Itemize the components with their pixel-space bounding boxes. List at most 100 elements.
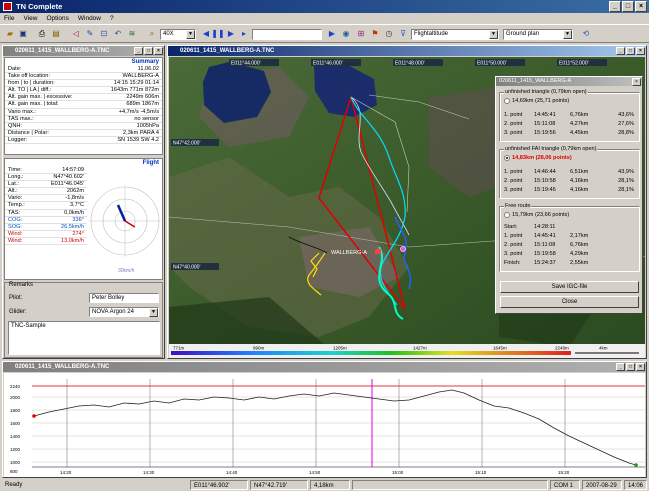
triangle-option[interactable]: 14,69km (25,71 points) — [504, 98, 569, 105]
menu-window[interactable]: Window — [78, 13, 101, 24]
flight-row-label: Vario: — [8, 195, 23, 202]
pin-icon[interactable]: ⚑ — [369, 28, 381, 40]
map-window-title-bar: 020611_1415_WALLBERG-A.TNC _ □ × — [168, 46, 646, 56]
flight-panel: Flight Time: 14:57:09 Long.: N47°40.602' Lat… — [4, 158, 163, 280]
summary-heading: Summary — [131, 59, 159, 65]
fai-row: 2. point 15:10:58 4,16km 28,1% — [504, 178, 634, 184]
track-icon[interactable]: ⊡ — [98, 28, 110, 40]
flight-row-value: 3,7°C — [69, 202, 84, 209]
close-button[interactable]: × — [632, 78, 641, 86]
flight-row-value: N47°40.602' — [53, 174, 84, 181]
back-icon[interactable]: ↶ — [112, 28, 124, 40]
y-tick: 2240 — [10, 384, 21, 389]
grid-icon[interactable]: ⊞ — [355, 28, 367, 40]
summary-row: Alt. gain max. | excessive: 2249m 606m — [5, 94, 162, 102]
maximize-button[interactable]: □ — [626, 363, 635, 371]
save-igc-button[interactable]: Save IGC-file — [500, 281, 639, 293]
zoom-icon[interactable]: ⌕ — [146, 28, 158, 40]
edit-icon[interactable]: ✎ — [84, 28, 96, 40]
free-route-row: 2. point 15:11:08 6,76km — [504, 242, 589, 248]
remarks-group: Remarks Pilot: Peter Bolley Glider: NOVA… — [4, 282, 163, 358]
close-button[interactable]: × — [154, 47, 163, 55]
menu-file[interactable]: File — [4, 13, 14, 24]
summary-row: Vario max.: +4,7m/s -4,5m/s — [5, 109, 162, 116]
status-blank — [352, 480, 548, 490]
radio-icon — [504, 98, 510, 104]
layers-icon[interactable]: ≋ — [126, 28, 138, 40]
fai-triangle-group: unfinished FAI triangle (0,79km open) 14… — [499, 146, 640, 199]
x-tick: 14:50 — [309, 470, 321, 475]
timer-icon[interactable]: ◷ — [383, 28, 395, 40]
play-icon[interactable]: ▶ — [225, 28, 237, 40]
summary-row-label: Alt. gain max. | total: — [8, 101, 59, 108]
summary-row: Distance | Polar: 2,3km PARA 4 — [5, 130, 162, 137]
close-button[interactable]: × — [636, 363, 645, 371]
refresh-icon[interactable]: ⟲ — [580, 28, 592, 40]
time-slider[interactable] — [252, 29, 322, 40]
flight-row: Temp.: 3,7°C — [5, 202, 87, 210]
forward-icon[interactable]: ▸ — [238, 28, 250, 40]
maximize-button[interactable]: □ — [144, 47, 153, 55]
glider-select[interactable]: NOVA Argon 24 ▼ — [89, 307, 159, 317]
map-coord-top: E011°44.000' — [231, 61, 261, 67]
flight-row-value: -1,8m/s — [65, 195, 84, 202]
flight-row: COG: 336° — [5, 217, 87, 224]
pause-icon[interactable]: ❚❚ — [211, 28, 224, 40]
altitude-profile-canvas[interactable]: 2240 2000 1800 1600 1400 1200 1000 800 1… — [4, 373, 645, 477]
summary-window: 020611_1415_WALLBERG-A.TNC _ □ × Summary D… — [2, 45, 165, 359]
wind-compass: 30km/h — [89, 185, 161, 274]
globe-icon[interactable]: ◉ — [340, 28, 352, 40]
route-icon[interactable]: ◁ — [70, 28, 82, 40]
summary-row-value: +4,7m/s -4,5m/s — [118, 108, 159, 115]
free-route-row: 1. point 14:45:41 2,17km — [504, 233, 589, 239]
close-button[interactable]: × — [636, 47, 645, 55]
menu-view[interactable]: View — [23, 13, 37, 24]
flight-row-label: Temp.: — [8, 202, 25, 209]
filter-icon[interactable]: ⊽ — [397, 28, 409, 40]
notes-textarea[interactable]: TNC-Sample — [8, 321, 160, 355]
summary-row-value: SN 1539 SW 4.2 — [117, 136, 159, 143]
pilot-field[interactable]: Peter Bolley — [89, 293, 159, 303]
summary-row-value: 14:15 15:29 01:14 — [113, 80, 159, 87]
open-icon[interactable]: ▰ — [4, 28, 16, 40]
summary-row-label: from | to | duration: — [8, 80, 55, 87]
fai-option[interactable]: 14,83km (28,06 points) — [504, 155, 572, 162]
window-controls: _ □ × — [609, 1, 647, 12]
legend-label: 1427m — [413, 346, 427, 351]
zoom-select[interactable]: 40X ▼ — [160, 29, 196, 40]
map-coord-left: N47°40.000' — [173, 265, 200, 271]
flight-row-label: Long.: — [8, 174, 24, 181]
triangle-group: unfinished triangle (0,79km open) 14,69k… — [499, 89, 640, 142]
minimize-button[interactable]: _ — [134, 47, 143, 55]
status-latitude: N47°42.719' — [250, 480, 308, 490]
summary-row-label: Alt. gain max. | excessive: — [8, 94, 73, 101]
summary-panel: Summary Date: 11.06.02 Take off location: W… — [4, 57, 163, 155]
minimize-button[interactable]: _ — [616, 47, 625, 55]
free-route-option[interactable]: 15,79km (23,66 points) — [504, 212, 569, 219]
pilot-label: Pilot: — [9, 295, 23, 301]
minimize-button[interactable]: _ — [609, 1, 621, 12]
triangle-row: 2. point 15:11:08 4,27km 27,6% — [504, 121, 634, 127]
flight-row-label: Time: — [8, 167, 22, 173]
close-button[interactable]: × — [635, 1, 647, 12]
task-dialog-title-bar: 020611_1415_WALLBERG-A × — [496, 77, 642, 86]
rewind-icon[interactable]: ◀ — [200, 28, 212, 40]
y-tick: 2000 — [10, 395, 21, 400]
x-tick: 15:20 — [558, 470, 570, 475]
dialog-close-button[interactable]: Close — [500, 296, 639, 308]
folder-icon[interactable]: ▤ — [50, 28, 62, 40]
menu-options[interactable]: Options — [46, 13, 68, 24]
y-tick: 1200 — [10, 447, 21, 452]
save-icon[interactable]: ▣ — [17, 28, 29, 40]
end-icon[interactable]: ▶ — [326, 28, 338, 40]
minimize-button[interactable]: _ — [616, 363, 625, 371]
menu-help[interactable]: ? — [110, 13, 114, 24]
maximize-button[interactable]: □ — [626, 47, 635, 55]
free-route-row: 3. point 15:19:58 4,29km — [504, 251, 589, 257]
maximize-button[interactable]: □ — [622, 1, 634, 12]
print-icon[interactable]: ⎙ — [36, 28, 48, 40]
view-select[interactable]: Ground plan ▼ — [503, 29, 573, 40]
flight-row-label: SOG: — [8, 223, 22, 230]
display-mode-select[interactable]: Flightaltitude ▼ — [411, 29, 499, 40]
flight-row-value: 336° — [72, 216, 84, 223]
